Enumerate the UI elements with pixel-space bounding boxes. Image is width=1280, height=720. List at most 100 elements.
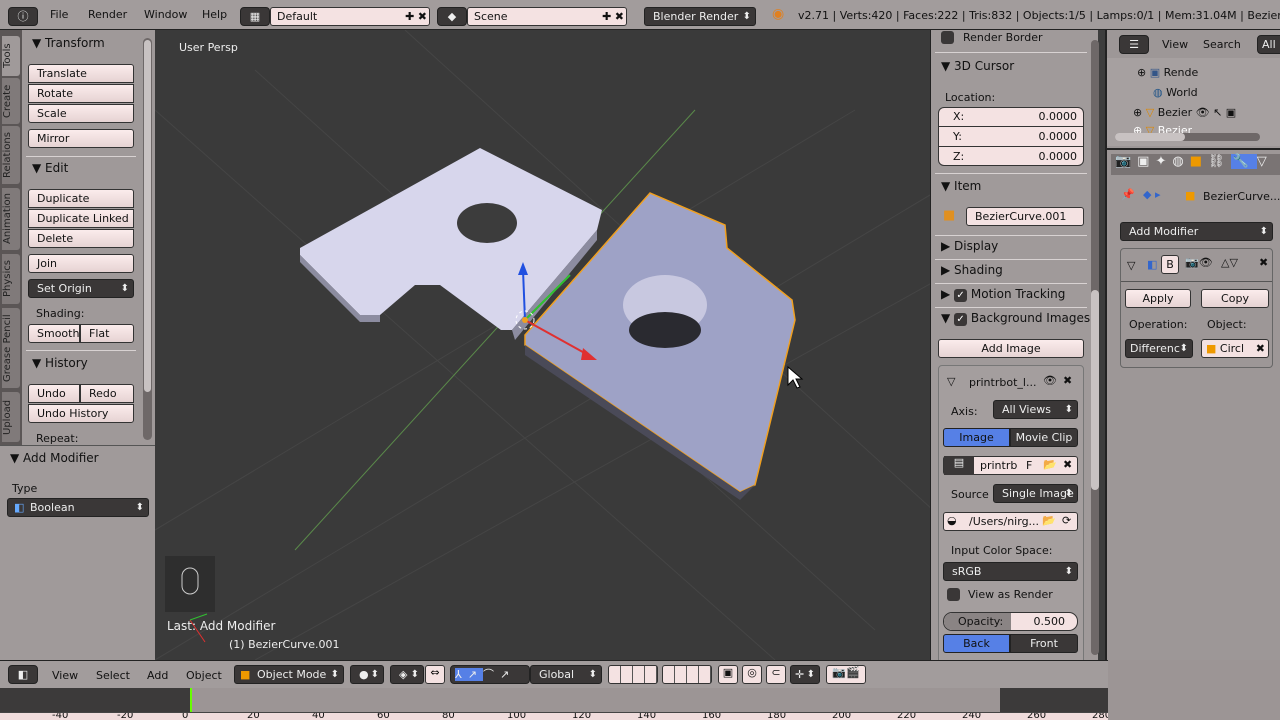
rotate-manipulator-icon[interactable]: ⌒ — [483, 668, 500, 681]
3d-viewport[interactable]: User Persp Last: Add Modifier (1) Bezier… — [155, 30, 930, 660]
menu-object[interactable]: Object — [186, 669, 222, 682]
modifier-name-field[interactable]: B — [1161, 255, 1179, 274]
layer-buttons-2[interactable] — [662, 665, 712, 684]
image-datablock[interactable]: ▤ printrb F 📂 ✖ — [943, 456, 1078, 475]
menu-help[interactable]: Help — [202, 8, 227, 21]
cursor-z-field[interactable]: Z: 0.0000 — [939, 147, 1083, 163]
snap-element-select[interactable]: ✛ — [790, 665, 820, 684]
display-panel-header[interactable]: ▶ Display — [941, 239, 998, 253]
tab-physics[interactable]: Physics — [2, 254, 20, 304]
object-name-field[interactable]: BezierCurve.001 — [966, 207, 1084, 226]
duplicate-button[interactable]: Duplicate — [28, 189, 134, 208]
mirror-button[interactable]: Mirror — [28, 129, 134, 148]
apply-button[interactable]: Apply — [1125, 289, 1191, 308]
outliner-menu-search[interactable]: Search — [1203, 38, 1241, 51]
translate-button[interactable]: Translate — [28, 64, 134, 83]
axis-select[interactable]: All Views — [993, 400, 1078, 419]
back-toggle[interactable]: Back — [943, 634, 1010, 653]
pin-icon[interactable]: 📌 — [1121, 188, 1135, 201]
join-button[interactable]: Join — [28, 254, 134, 273]
filepath-field[interactable]: ◒ /Users/nirg... 📂 ⟳ — [943, 512, 1078, 531]
duplicate-linked-button[interactable]: Duplicate Linked — [28, 209, 134, 228]
history-panel-header[interactable]: ▼ History — [32, 356, 88, 370]
manipulator-toggles[interactable]: ⅄↗⌒↗ — [450, 665, 530, 684]
add-close-icon[interactable]: ✚ ✖ — [602, 10, 624, 23]
image-tab[interactable]: Image — [943, 428, 1010, 447]
flat-button[interactable]: Flat — [80, 324, 134, 343]
fake-user-toggle[interactable]: F — [1026, 459, 1032, 472]
source-select[interactable]: Single Image — [993, 484, 1078, 503]
render-opengl-icon[interactable]: 📷🎬 — [826, 665, 866, 684]
editor-type-info-icon[interactable]: ⓘ — [8, 7, 38, 26]
clear-object-icon[interactable]: ✖ — [1256, 342, 1265, 355]
image-browse-icon[interactable]: ▤ — [944, 456, 974, 475]
add-modifier-operator-header[interactable]: ▼ Add Modifier — [10, 451, 99, 465]
outliner-menu-view[interactable]: View — [1162, 38, 1188, 51]
front-toggle[interactable]: Front — [1010, 634, 1078, 653]
menu-render[interactable]: Render — [88, 8, 127, 21]
current-frame-marker[interactable] — [190, 688, 192, 712]
translate-manipulator-icon[interactable]: ⅄ — [455, 668, 468, 681]
copy-button[interactable]: Copy — [1201, 289, 1269, 308]
render-border-checkbox[interactable] — [941, 31, 954, 44]
outliner-hscroll[interactable] — [1115, 133, 1260, 141]
outliner-item-render[interactable]: ⊕ ▣ Rende — [1137, 66, 1198, 79]
frame-ruler[interactable]: -40 -20 0 20 40 60 80 100 120 140 160 180 200 220 240 2… — [0, 712, 1108, 720]
snap-icon[interactable]: ⊂ — [766, 665, 786, 684]
layer-buttons-1[interactable] — [608, 665, 658, 684]
translate-arrow-icon[interactable]: ↗ — [467, 668, 483, 681]
cursor-y-field[interactable]: Y: 0.0000 — [939, 127, 1083, 147]
background-images-panel-header[interactable]: ▼ ✓ Background Images — [941, 311, 1090, 326]
render-engine-select[interactable]: Blender Render — [644, 7, 756, 26]
bg-image-expand-icon[interactable]: ▽ — [947, 375, 955, 388]
menu-window[interactable]: Window — [144, 8, 187, 21]
movie-clip-tab[interactable]: Movie Clip — [1010, 428, 1078, 447]
scale-manipulator-icon[interactable]: ↗ — [500, 668, 515, 681]
pivot-select[interactable]: ◈ — [390, 665, 424, 684]
manipulator-center-icon[interactable]: ⇔ — [425, 665, 445, 684]
proportional-edit-icon[interactable]: ◎ — [742, 665, 762, 684]
menu-select[interactable]: Select — [96, 669, 130, 682]
cursor-x-field[interactable]: X: 0.0000 — [939, 108, 1083, 127]
modifier-tab-wrench-icon[interactable]: 🔧 — [1230, 154, 1257, 169]
mode-select[interactable]: ■ Object Mode — [234, 665, 344, 684]
delete-button[interactable]: Delete — [28, 229, 134, 248]
layout-field[interactable]: Default ✚ ✖ — [270, 7, 430, 26]
menu-view[interactable]: View — [52, 669, 78, 682]
transform-panel-header[interactable]: ▼ Transform — [32, 36, 105, 50]
remove-modifier-icon[interactable]: ✖ — [1259, 256, 1268, 269]
last-operator[interactable]: Last: Add Modifier — [167, 619, 275, 633]
browse-folder-icon[interactable]: 📂 — [1042, 514, 1056, 527]
motion-tracking-panel-header[interactable]: ▶ ✓ Motion Tracking — [941, 287, 1065, 302]
add-modifier-select[interactable]: Add Modifier — [1120, 222, 1273, 241]
modifier-collapse-icon[interactable]: ▽ — [1127, 259, 1135, 272]
opacity-slider[interactable]: Opacity: 0.500 — [943, 612, 1078, 631]
item-panel-header[interactable]: ▼ Item — [941, 179, 981, 193]
undo-button[interactable]: Undo — [28, 384, 80, 403]
outliner-filter-select[interactable]: All S — [1257, 35, 1280, 54]
remove-icon[interactable]: ✖ — [1063, 374, 1072, 387]
color-space-select[interactable]: sRGB — [943, 562, 1078, 581]
tab-animation[interactable]: Animation — [2, 188, 20, 250]
set-origin-select[interactable]: Set Origin — [28, 279, 134, 298]
tab-grease-pencil[interactable]: Grease Pencil — [2, 308, 20, 388]
menu-add[interactable]: Add — [147, 669, 168, 682]
modifier-type-select[interactable]: ◧ Boolean — [7, 498, 149, 517]
view-as-render-checkbox[interactable] — [947, 588, 960, 601]
object-field[interactable]: ■ Circl ✖ — [1201, 339, 1269, 358]
add-close-icon[interactable]: ✚ ✖ — [405, 10, 427, 23]
npanel-scrollbar[interactable] — [1091, 40, 1099, 655]
shading-panel-header[interactable]: ▶ Shading — [941, 263, 1003, 277]
motion-tracking-checkbox[interactable]: ✓ — [954, 289, 968, 302]
tab-relations[interactable]: Relations — [2, 126, 20, 184]
timeline[interactable]: -40 -20 0 20 40 60 80 100 120 140 160 180 200 220 240 2… — [0, 688, 1108, 720]
outliner-type-icon[interactable]: ☰ — [1119, 35, 1149, 54]
edit-panel-header[interactable]: ▼ Edit — [32, 161, 68, 175]
shading-mode-select[interactable]: ● — [350, 665, 384, 684]
render-viewport-toggle-icon[interactable]: 📷👁 — [1185, 256, 1213, 269]
tab-upload[interactable]: Upload — [2, 392, 20, 442]
orientation-select[interactable]: Global — [530, 665, 602, 684]
lock-layers-icon[interactable]: ▣ — [718, 665, 738, 684]
open-folder-icon[interactable]: 📂 — [1043, 458, 1057, 471]
background-images-checkbox[interactable]: ✓ — [954, 313, 968, 326]
